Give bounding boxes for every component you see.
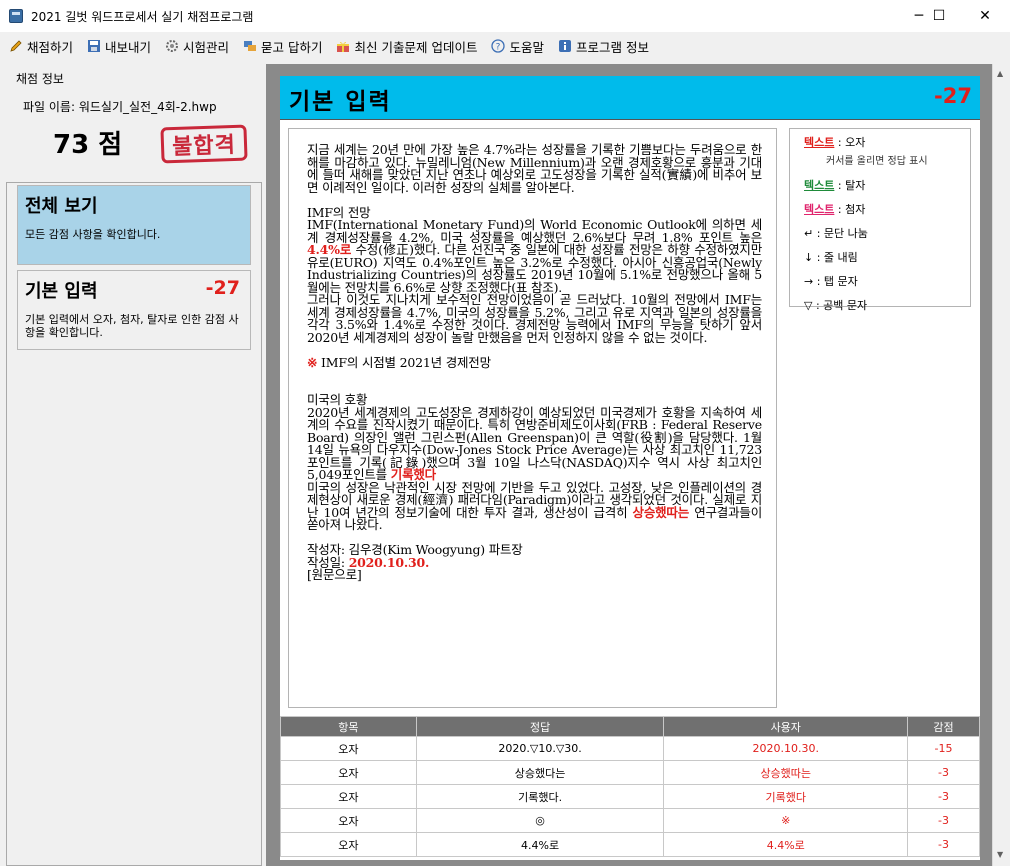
- section-header: 기본 입력 -27: [280, 76, 980, 120]
- nav-all-desc: 모든 감점 사항을 확인합니다.: [25, 228, 161, 241]
- total-score: 73 점: [53, 130, 123, 160]
- nav-all-title: 전체 보기: [25, 196, 98, 217]
- legend-line: ↓ : 줄 내림: [804, 251, 858, 264]
- legend-space: ▽ : 공백 문자: [804, 299, 868, 312]
- cell-answer: 상승했다는: [415, 760, 665, 785]
- fail-stamp: 불합격: [160, 124, 248, 164]
- nav-basic-score: -27: [205, 277, 240, 299]
- cell-deduct: -3: [907, 784, 980, 809]
- menu-help-label: 도움말: [509, 39, 544, 55]
- menu-bar: 채점하기 내보내기 시험관리 묻고 답하기 최신 기출문제 업데이트 ? 도움말…: [0, 32, 1010, 60]
- legend-box: 텍스트 : 오자 커서를 올리면 정답 표시 텍스트 : 탈자 텍스트 : 첨자…: [789, 128, 971, 312]
- doc-note: ※ IMF의 시점별 2021년 경제전망: [307, 354, 491, 370]
- legend-para: ↵ : 문단 나눔: [804, 227, 868, 240]
- menu-info[interactable]: 프로그램 정보: [557, 37, 649, 56]
- table-row[interactable]: 오자 상승했다는 상승했따는 -3: [280, 760, 980, 785]
- legend-tab: → : 탭 문자: [804, 275, 858, 288]
- nav-basic-title: 기본 입력: [25, 281, 98, 302]
- menu-grade-label: 채점하기: [27, 39, 74, 55]
- menu-exam-label: 시험관리: [183, 39, 230, 55]
- section-score: -27: [934, 84, 972, 108]
- cell-item: 오자: [280, 784, 417, 809]
- vertical-scrollbar[interactable]: ▲ ▼: [992, 64, 1010, 866]
- cell-deduct: -15: [907, 736, 980, 761]
- legend-typo-hint: 커서를 올리면 정답 표시: [826, 156, 928, 167]
- maximize-button[interactable]: ☐: [916, 0, 962, 32]
- menu-qna-label: 묻고 답하기: [261, 39, 323, 55]
- cell-item: 오자: [280, 808, 417, 833]
- result-page: 기본 입력 -27 지금 세계는 20년 만에 가장 높은 4.7%라는 성장률…: [280, 76, 980, 860]
- cell-user: ※: [663, 808, 909, 833]
- cell-user: 2020.10.30.: [663, 736, 909, 761]
- col-user: 사용자: [663, 716, 909, 737]
- cell-answer: 2020.▽10.▽30.: [415, 736, 665, 761]
- menu-export[interactable]: 내보내기: [86, 37, 151, 56]
- gear-icon: [164, 39, 179, 54]
- window-title: 2021 길벗 워드프로세서 실기 채점프로그램: [31, 9, 254, 24]
- scroll-down-icon[interactable]: ▼: [997, 850, 1003, 859]
- cell-answer: 기록했다.: [415, 784, 665, 809]
- doc-paragraph: 2020년 세계경제의 고도성장은 경제하강이 예상되었던 미국경제가 호황을 …: [307, 404, 762, 482]
- doc-date: 작성일: 2020.10.30.: [307, 554, 430, 570]
- table-row[interactable]: 오자 2020.▽10.▽30. 2020.10.30. -15: [280, 736, 980, 761]
- category-list: 전체 보기 모든 감점 사항을 확인합니다. 기본 입력 -27 기본 입력에서…: [6, 182, 262, 866]
- section-title: 기본 입력: [289, 88, 392, 115]
- pencil-icon: [8, 39, 23, 54]
- save-icon: [86, 39, 101, 54]
- cell-answer: 4.4%로: [415, 832, 665, 857]
- svg-text:?: ?: [496, 43, 501, 53]
- col-deduct: 감점: [907, 716, 980, 737]
- app-icon: [9, 9, 23, 23]
- title-bar: 2021 길벗 워드프로세서 실기 채점프로그램 ─ ☐ ✕: [0, 0, 1010, 32]
- doc-origin-link: [원문으로]: [307, 567, 362, 582]
- cell-item: 오자: [280, 736, 417, 761]
- doc-paragraph: 미국의 성장은 낙관적인 시장 전망에 기반을 두고 있었다. 고성장, 낮은 …: [307, 479, 762, 532]
- doc-paragraph: 지금 세계는 20년 만에 가장 높은 4.7%라는 성장률을 기록한 기쁨보다…: [307, 142, 762, 195]
- col-answer: 정답: [415, 716, 665, 737]
- deduction-table: 항목 정답 사용자 감점 오자 2020.▽10.▽30. 2020.10.30…: [280, 716, 980, 857]
- score-info-label: 채점 정보: [16, 72, 64, 86]
- info-icon: [557, 39, 572, 54]
- left-panel: 채점 정보 파일 이름: 워드실기_실전_4회-2.hwp 73 점 불합격 전…: [0, 60, 266, 866]
- file-name: 파일 이름: 워드실기_실전_4회-2.hwp: [23, 100, 217, 114]
- menu-info-label: 프로그램 정보: [576, 39, 649, 55]
- help-icon: ?: [490, 39, 505, 54]
- menu-export-label: 내보내기: [105, 39, 152, 55]
- cell-item: 오자: [280, 832, 417, 857]
- chat-icon: [242, 39, 257, 54]
- cell-user: 기록했다: [663, 784, 909, 809]
- menu-exam[interactable]: 시험관리: [164, 37, 229, 56]
- menu-update[interactable]: 최신 기출문제 업데이트: [336, 37, 478, 56]
- menu-qna[interactable]: 묻고 답하기: [242, 37, 323, 56]
- menu-update-label: 최신 기출문제 업데이트: [354, 39, 478, 55]
- cell-user: 4.4%로: [663, 832, 909, 857]
- table-row[interactable]: 오자 4.4%로 4.4%로 -3: [280, 832, 980, 857]
- nav-all-view[interactable]: 전체 보기 모든 감점 사항을 확인합니다.: [17, 185, 251, 265]
- menu-grade[interactable]: 채점하기: [8, 37, 73, 56]
- table-row[interactable]: 오자 기록했다. 기록했다 -3: [280, 784, 980, 809]
- cell-item: 오자: [280, 760, 417, 785]
- cell-user: 상승했따는: [663, 760, 909, 785]
- error-mark[interactable]: ※: [307, 355, 317, 370]
- cell-deduct: -3: [907, 760, 980, 785]
- doc-paragraph: 그러나 이것도 지나치게 보수적인 전망이었음이 곧 드러났다. 10월의 전망…: [307, 292, 762, 345]
- table-row[interactable]: 오자 ◎ ※ -3: [280, 808, 980, 833]
- cell-answer: ◎: [415, 808, 665, 833]
- legend-typo: 텍스트 : 오자: [804, 136, 866, 149]
- doc-paragraph: IMF(International Monetary Fund)의 World …: [307, 217, 762, 295]
- scroll-up-icon[interactable]: ▲: [997, 69, 1003, 78]
- cell-deduct: -3: [907, 808, 980, 833]
- cell-deduct: -3: [907, 832, 980, 857]
- menu-help[interactable]: ? 도움말: [490, 37, 544, 56]
- nav-basic-input[interactable]: 기본 입력 -27 기본 입력에서 오자, 첨자, 탈자로 인한 감점 사항을 …: [17, 270, 251, 350]
- nav-basic-desc: 기본 입력에서 오자, 첨자, 탈자로 인한 감점 사항을 확인합니다.: [25, 313, 239, 339]
- legend-add: 텍스트 : 첨자: [804, 203, 866, 216]
- col-item: 항목: [280, 716, 417, 737]
- close-button[interactable]: ✕: [962, 0, 1008, 32]
- gift-icon: [336, 39, 351, 54]
- document-view: 지금 세계는 20년 만에 가장 높은 4.7%라는 성장률을 기록한 기쁨보다…: [288, 128, 777, 708]
- legend-omit: 텍스트 : 탈자: [804, 179, 866, 192]
- error-mark[interactable]: 상승했따는: [633, 505, 690, 520]
